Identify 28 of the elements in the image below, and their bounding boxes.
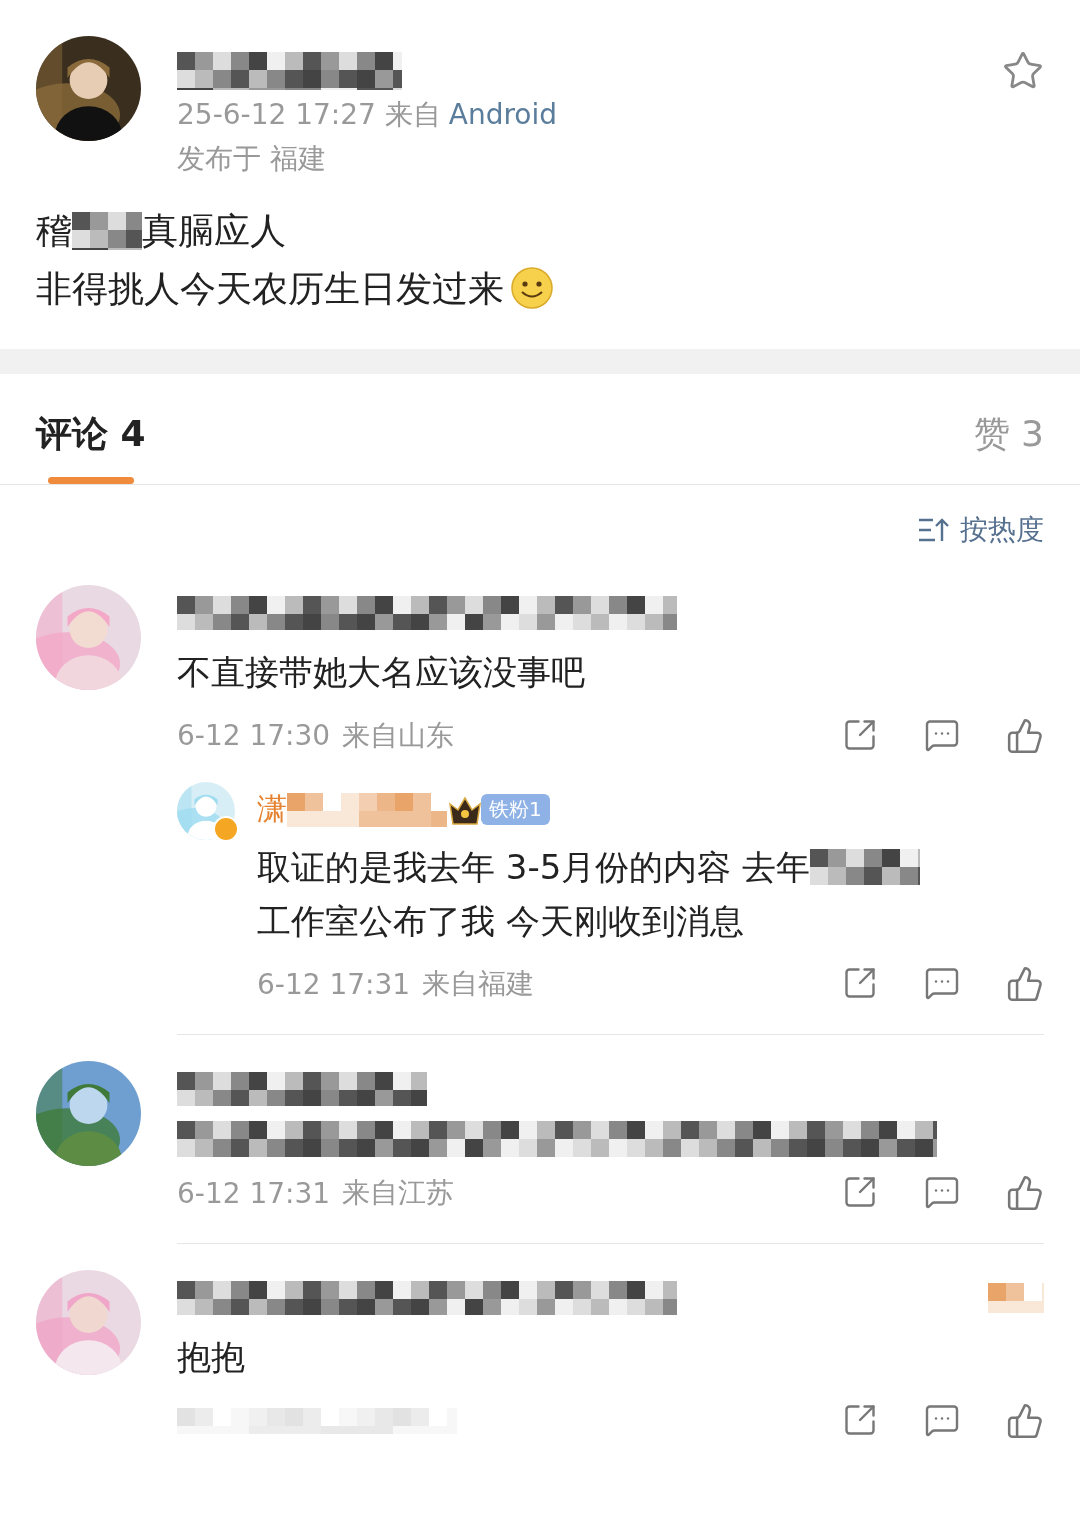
comment-text: 非得挑人今天农历生日发过来 bbox=[36, 266, 504, 311]
tab[interactable]: 赞 3 bbox=[973, 374, 1044, 485]
post-time: 25-6-12 17:27 来自 bbox=[177, 98, 441, 131]
like-icon[interactable] bbox=[1006, 716, 1044, 755]
sort-icon bbox=[918, 517, 950, 544]
source-link[interactable]: Android bbox=[448, 98, 558, 131]
comment-text: 真膈应人 bbox=[142, 209, 286, 253]
fan-badge: 铁粉1 bbox=[481, 794, 550, 826]
sort-button[interactable]: 按热度 bbox=[918, 511, 1044, 550]
comment-text: 抱抱 bbox=[177, 1336, 245, 1380]
comment-text: 稽 bbox=[36, 209, 72, 253]
comment-meta: 来自山东 bbox=[342, 717, 455, 754]
like-icon[interactable] bbox=[1006, 965, 1044, 1004]
post-location: 发布于 福建 bbox=[177, 141, 327, 177]
comment-text: 工作室公布了我 今天刚收到消息 bbox=[257, 899, 744, 943]
comment-meta: 6-12 17:31 bbox=[257, 967, 411, 1001]
like-icon[interactable] bbox=[1006, 1401, 1044, 1440]
like-icon[interactable] bbox=[1006, 1174, 1044, 1213]
comment-text: 取证的是我去年 3-5月份的内容 去年 bbox=[257, 845, 811, 889]
tab[interactable]: 评论 4 bbox=[36, 374, 146, 485]
user-name[interactable]: 潇 bbox=[257, 789, 287, 831]
comment-meta: 来自江苏 bbox=[342, 1175, 455, 1212]
mosaic-drawing bbox=[72, 211, 142, 250]
smiley-emoji-icon bbox=[510, 266, 554, 311]
comment-meta: 来自福建 bbox=[422, 966, 535, 1003]
comment-meta: 6-12 17:31 bbox=[177, 1176, 331, 1210]
comment-text: 不直接带她大名应该没事吧 bbox=[177, 651, 585, 695]
comment-meta: 6-12 17:30 bbox=[177, 719, 331, 753]
